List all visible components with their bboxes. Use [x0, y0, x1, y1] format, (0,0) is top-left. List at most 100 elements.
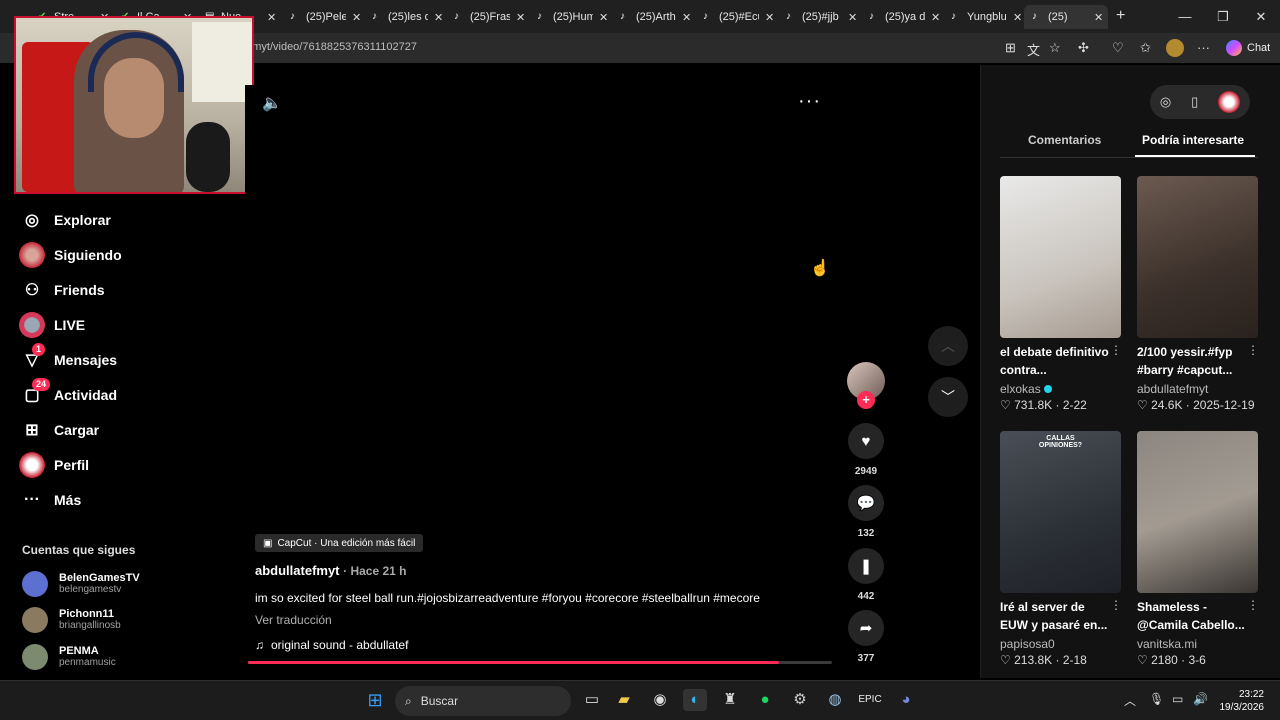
- spotify-icon[interactable]: ●: [753, 689, 777, 711]
- browser-tab[interactable]: ♪ (25)Frase ✕: [446, 5, 524, 29]
- close-tab-icon[interactable]: ✕: [267, 11, 275, 24]
- network-icon[interactable]: ▭: [1172, 692, 1183, 706]
- discord-icon[interactable]: ◕: [894, 689, 918, 711]
- sidebar-item-actividad[interactable]: ▢ 24 Actividad: [18, 378, 117, 410]
- previous-video-button[interactable]: ︿: [928, 326, 968, 366]
- browser-tab[interactable]: ♪ (25) ✕: [1024, 5, 1108, 29]
- followed-account[interactable]: PENMA penmamusic: [22, 642, 116, 672]
- obs-icon[interactable]: ◉: [648, 689, 672, 711]
- sidebar-item-explorar[interactable]: ◎ Explorar: [18, 205, 111, 235]
- close-tab-icon[interactable]: ✕: [352, 11, 360, 24]
- recommended-video-author[interactable]: abdullatefmyt: [1137, 382, 1208, 396]
- recommended-video-title[interactable]: el debate definitivo contra...: [1000, 343, 1112, 379]
- volume-icon[interactable]: 🔈: [262, 93, 282, 113]
- taskbar-search[interactable]: ⌕ Buscar: [395, 686, 571, 716]
- close-tab-icon[interactable]: ✕: [1094, 11, 1103, 24]
- settings-more-icon[interactable]: ···: [1197, 40, 1210, 55]
- card-more-icon[interactable]: ⋮: [1247, 343, 1259, 357]
- browser-tab[interactable]: ♪ (25)Arth ✕: [612, 5, 690, 29]
- video-player[interactable]: [245, 85, 835, 665]
- browser-tab[interactable]: ♪ (25)ya d ✕: [861, 5, 939, 29]
- browser-tab[interactable]: ♪ (25)Pelea ✕: [282, 5, 360, 29]
- save-button[interactable]: ❚: [848, 548, 884, 584]
- sidebar-item-live[interactable]: LIVE: [18, 310, 85, 340]
- settings-icon[interactable]: ⚙: [788, 689, 812, 711]
- follow-plus-icon[interactable]: +: [857, 391, 875, 409]
- recommended-video-title[interactable]: Iré al server de EUW y pasaré en...: [1000, 598, 1112, 634]
- close-tab-icon[interactable]: ✕: [931, 11, 939, 24]
- close-tab-icon[interactable]: ✕: [1013, 11, 1021, 24]
- browser-tab[interactable]: ♪ (25)#jjb ✕: [778, 5, 856, 29]
- sidebar-item-siguiendo[interactable]: Siguiendo: [18, 240, 122, 270]
- maximize-icon[interactable]: ❐: [1204, 0, 1242, 33]
- user-avatar[interactable]: [1218, 91, 1241, 113]
- windows-start-icon[interactable]: ⊞: [363, 689, 387, 711]
- recommended-video-title[interactable]: 2/100 yessir.#fyp #barry #capcut...: [1137, 343, 1249, 379]
- translate-link[interactable]: Ver traducción: [255, 613, 332, 627]
- taskbar-clock[interactable]: 23:22 19/3/2026: [1216, 688, 1265, 714]
- recommended-video-author[interactable]: elxokas: [1000, 382, 1052, 396]
- followed-account[interactable]: BelenGamesTV belengamestv: [22, 569, 140, 599]
- address-bar-url[interactable]: tefmyt/video/7618825376311102727: [240, 41, 417, 53]
- close-tab-icon[interactable]: ✕: [682, 11, 690, 24]
- more-options-icon[interactable]: ···: [798, 90, 821, 113]
- epic-games-icon[interactable]: EPIC: [858, 689, 882, 711]
- browser-tab[interactable]: ♪ (25)Hum ✕: [529, 5, 607, 29]
- profile-avatar-icon[interactable]: [1166, 39, 1184, 57]
- close-tab-icon[interactable]: ✕: [765, 11, 773, 24]
- minimize-icon[interactable]: —: [1166, 0, 1204, 33]
- sidebar-item-cargar[interactable]: ⊞ Cargar: [18, 415, 99, 445]
- video-progress-bar[interactable]: [248, 661, 832, 664]
- microphone-tray-icon[interactable]: 🎙: [1149, 692, 1164, 706]
- extensions-icon[interactable]: ✣: [1078, 40, 1089, 56]
- close-tab-icon[interactable]: ✕: [599, 11, 607, 24]
- sidebar-item-friends[interactable]: ⚇ Friends: [18, 275, 105, 305]
- close-tab-icon[interactable]: ✕: [848, 11, 856, 24]
- next-video-button[interactable]: ﹀: [928, 377, 968, 417]
- recommended-video-thumbnail[interactable]: [1137, 176, 1258, 338]
- speaker-tray-icon[interactable]: 🔊: [1193, 692, 1208, 706]
- card-more-icon[interactable]: ⋮: [1110, 598, 1122, 612]
- sound-link[interactable]: ♫ original sound - abdullatef: [255, 638, 408, 652]
- recommended-video-title[interactable]: Shameless - @Camila Cabello...: [1137, 598, 1249, 634]
- sidebar-item-perfil[interactable]: Perfil: [18, 450, 89, 480]
- translate-icon[interactable]: 文: [1027, 40, 1040, 59]
- like-button[interactable]: ♥: [848, 423, 884, 459]
- comment-button[interactable]: 💬: [848, 485, 884, 521]
- close-tab-icon[interactable]: ✕: [434, 11, 442, 24]
- steam-icon[interactable]: ◍: [823, 689, 847, 711]
- sidebar-item-más[interactable]: ··· Más: [18, 485, 81, 515]
- recommended-video-thumbnail[interactable]: CALLAS OPINIONES?: [1000, 431, 1121, 593]
- close-tab-icon[interactable]: ✕: [516, 11, 524, 24]
- card-more-icon[interactable]: ⋮: [1110, 343, 1122, 357]
- tab-recommended[interactable]: Podría interesarte: [1142, 133, 1244, 147]
- capcut-tag[interactable]: ▣ CapCut · Una edición más fácil: [255, 534, 424, 552]
- phone-icon[interactable]: ▯: [1191, 94, 1198, 110]
- favorites-icon[interactable]: ✩: [1140, 40, 1151, 56]
- browser-essentials-icon[interactable]: ♡: [1112, 40, 1124, 56]
- panel-view-toggle[interactable]: ◎ ▯: [1150, 85, 1250, 119]
- recommended-video-thumbnail[interactable]: [1137, 431, 1258, 593]
- recommended-video-thumbnail[interactable]: [1000, 176, 1121, 338]
- edge-icon[interactable]: ◐: [683, 689, 707, 711]
- browser-tab[interactable]: ♪ (25)#Ecu ✕: [695, 5, 773, 29]
- browser-tab[interactable]: ♪ Yungblu ✕: [943, 5, 1021, 29]
- recommended-video-author[interactable]: vanitska.mi: [1137, 637, 1197, 651]
- close-window-icon[interactable]: ✕: [1242, 0, 1280, 33]
- tab-comments[interactable]: Comentarios: [1028, 133, 1101, 147]
- favorite-star-icon[interactable]: ☆: [1049, 40, 1061, 56]
- followed-account[interactable]: Pichonn11 briangallinosb: [22, 605, 121, 635]
- recommended-video-author[interactable]: papisosa0: [1000, 637, 1055, 651]
- apps-icon[interactable]: ⊞: [1005, 40, 1016, 56]
- app-icon[interactable]: ♜: [718, 689, 742, 711]
- sidebar-item-mensajes[interactable]: ▽ 1 Mensajes: [18, 343, 117, 375]
- video-author[interactable]: abdullatefmyt: [255, 563, 340, 578]
- task-view-icon[interactable]: ▭: [580, 689, 604, 711]
- copilot-chat-button[interactable]: Chat: [1226, 40, 1270, 56]
- new-tab-icon[interactable]: +: [1116, 7, 1125, 25]
- card-more-icon[interactable]: ⋮: [1247, 598, 1259, 612]
- share-button[interactable]: ➦: [848, 610, 884, 646]
- browser-tab[interactable]: ♪ (25)les d ✕: [364, 5, 442, 29]
- file-explorer-icon[interactable]: ▰: [612, 689, 636, 711]
- show-hidden-icons[interactable]: ︿: [1124, 692, 1136, 709]
